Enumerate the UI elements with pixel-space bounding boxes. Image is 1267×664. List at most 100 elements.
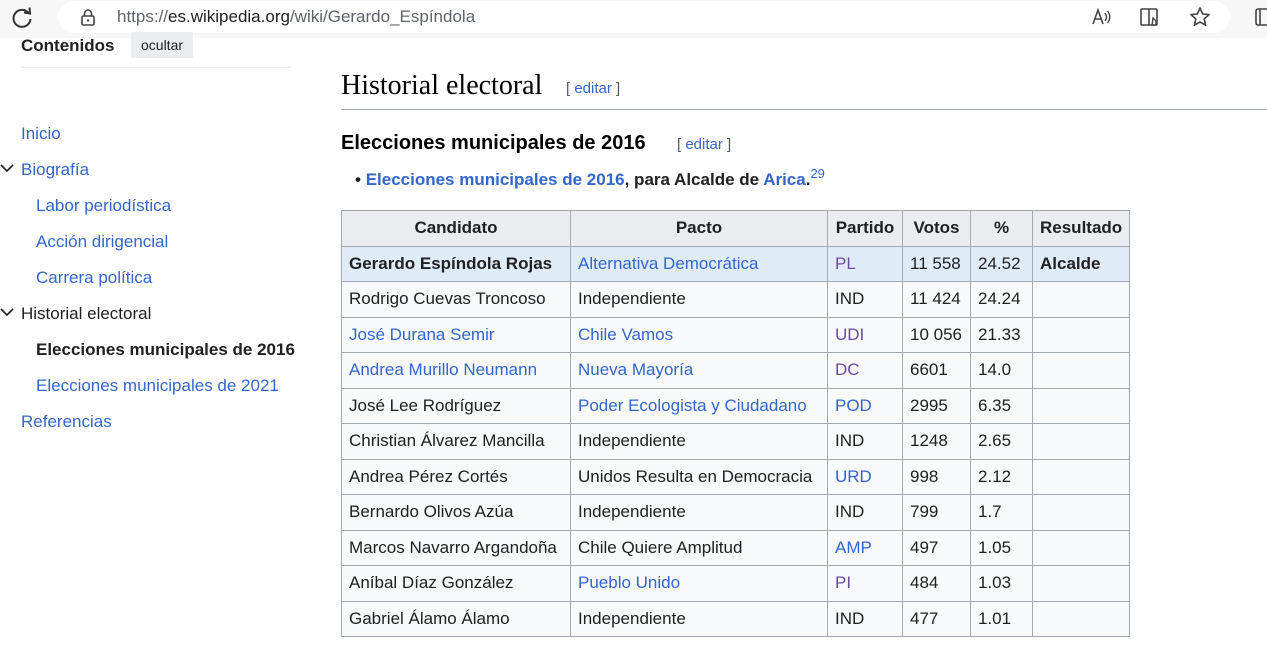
party-link[interactable]: AMP (827, 529, 903, 566)
url-text[interactable]: https://es.wikipedia.org/wiki/Gerardo_Es… (117, 7, 475, 27)
party-cell: IND (827, 423, 903, 460)
party-link[interactable]: UDI (827, 316, 903, 353)
toc-item-historial-electoral[interactable]: Historial electoral (21, 304, 151, 324)
section-title: Historial electoral (341, 70, 543, 101)
pct-cell: 6.35 (970, 387, 1033, 424)
election-bullet: • Elecciones municipales de 2016, para A… (355, 166, 825, 190)
pct-cell: 1.05 (970, 529, 1033, 566)
candidate-link[interactable]: José Durana Semir (341, 316, 571, 353)
pact-cell: Chile Quiere Amplitud (570, 529, 828, 566)
table-row: Andrea Pérez Cortés Unidos Resulta en De… (341, 458, 1131, 495)
table-row: Rodrigo Cuevas Troncoso Independiente IN… (341, 281, 1131, 318)
toc-item-elecciones-2021[interactable]: Elecciones municipales de 2021 (36, 376, 279, 396)
table-header-row: Candidato Pacto Partido Votos % Resultad… (341, 210, 1131, 247)
election-link[interactable]: Elecciones municipales de 2016 (366, 170, 625, 189)
candidate-cell: Bernardo Olivos Azúa (341, 494, 571, 531)
candidate-cell: Gabriel Álamo Álamo (341, 600, 571, 637)
toc-item-accion-dirigencial[interactable]: Acción dirigencial (36, 232, 168, 252)
pact-link[interactable]: Alternativa Democrática (570, 245, 828, 282)
lock-icon[interactable] (78, 7, 98, 27)
pct-cell: 24.24 (970, 281, 1033, 318)
result-cell (1031, 281, 1131, 318)
pact-link[interactable]: Poder Ecologista y Ciudadano (570, 387, 828, 424)
pct-cell: 1.03 (970, 565, 1033, 602)
favorite-star-icon[interactable] (1188, 5, 1212, 29)
chevron-down-icon[interactable] (0, 163, 14, 173)
toc-item-referencias[interactable]: Referencias (21, 412, 112, 432)
votes-cell: 799 (902, 494, 971, 531)
result-cell (1031, 387, 1131, 424)
party-link[interactable]: PL (827, 245, 903, 282)
result-cell (1031, 565, 1131, 602)
toc-title: Contenidos (21, 36, 115, 55)
pct-cell: 1.01 (970, 600, 1033, 637)
party-link[interactable]: PI (827, 565, 903, 602)
pct-cell: 21.33 (970, 316, 1033, 353)
candidate-cell: Rodrigo Cuevas Troncoso (341, 281, 571, 318)
toc-header: Contenidos ocultar (21, 32, 291, 68)
pact-cell: Independiente (570, 600, 828, 637)
votes-cell: 11 558 (902, 245, 971, 282)
subsection-edit-link[interactable]: editar (685, 136, 723, 153)
reload-icon[interactable] (8, 4, 36, 32)
result-cell (1031, 316, 1131, 353)
party-link[interactable]: URD (827, 458, 903, 495)
result-cell (1031, 458, 1131, 495)
table-row: Aníbal Díaz González Pueblo Unido PI 484… (341, 565, 1131, 602)
pact-link[interactable]: Chile Vamos (570, 316, 828, 353)
col-pacto: Pacto (570, 210, 828, 247)
toc-item-carrera-politica[interactable]: Carrera política (36, 268, 152, 288)
toc-item-labor-periodistica[interactable]: Labor periodística (36, 196, 171, 216)
immersive-reader-icon[interactable] (1138, 5, 1162, 29)
pact-cell: Unidos Resulta en Democracia (570, 458, 828, 495)
pact-link[interactable]: Pueblo Unido (570, 565, 828, 602)
pct-cell: 24.52 (970, 245, 1033, 282)
section-heading: Historial electoral [ editar ] (341, 70, 1267, 110)
votes-cell: 477 (902, 600, 971, 637)
toc-item-biografia[interactable]: Biografía (21, 160, 89, 180)
toc-hide-button[interactable]: ocultar (131, 32, 194, 58)
chevron-down-icon[interactable] (0, 307, 14, 317)
table-row: Andrea Murillo Neumann Nueva Mayoría DC … (341, 352, 1131, 389)
subsection-title: Elecciones municipales de 2016 (341, 132, 646, 154)
result-cell: Alcalde (1031, 245, 1131, 282)
candidate-link[interactable]: Andrea Murillo Neumann (341, 352, 571, 389)
votes-cell: 497 (902, 529, 971, 566)
url-host: es.wikipedia.org (168, 7, 290, 26)
arica-link[interactable]: Arica (763, 170, 806, 189)
table-row: José Lee Rodríguez Poder Ecologista y Ci… (341, 387, 1131, 424)
party-cell: IND (827, 281, 903, 318)
table-row: José Durana Semir Chile Vamos UDI 10 056… (341, 316, 1131, 353)
col-partido: Partido (827, 210, 903, 247)
votes-cell: 484 (902, 565, 971, 602)
party-cell: IND (827, 494, 903, 531)
pct-cell: 2.12 (970, 458, 1033, 495)
bullet-mid-text: , para Alcalde de (624, 170, 764, 189)
candidate-cell: Gerardo Espíndola Rojas (341, 245, 571, 282)
pact-cell: Independiente (570, 423, 828, 460)
read-aloud-icon[interactable] (1089, 5, 1113, 29)
url-prefix: https:// (117, 7, 169, 26)
reference-link[interactable]: 29 (810, 166, 824, 181)
address-bar[interactable]: https://es.wikipedia.org/wiki/Gerardo_Es… (58, 1, 1230, 33)
url-path: /wiki/Gerardo_Espíndola (289, 7, 476, 26)
pct-cell: 14.0 (970, 352, 1033, 389)
section-edit: [ editar ] (566, 80, 621, 97)
pct-cell: 2.65 (970, 423, 1033, 460)
candidate-cell: Andrea Pérez Cortés (341, 458, 571, 495)
votes-cell: 11 424 (902, 281, 971, 318)
votes-cell: 6601 (902, 352, 971, 389)
pact-link[interactable]: Nueva Mayoría (570, 352, 828, 389)
party-link[interactable]: POD (827, 387, 903, 424)
pct-cell: 1.7 (970, 494, 1033, 531)
table-row: Gerardo Espíndola Rojas Alternativa Demo… (341, 245, 1131, 282)
toc-item-inicio[interactable]: Inicio (21, 124, 61, 144)
section-edit-link[interactable]: editar (574, 80, 612, 97)
party-link[interactable]: DC (827, 352, 903, 389)
votes-cell: 2995 (902, 387, 971, 424)
result-cell (1031, 494, 1131, 531)
votes-cell: 1248 (902, 423, 971, 460)
toc-item-elecciones-2016[interactable]: Elecciones municipales de 2016 (36, 340, 295, 360)
col-votos: Votos (902, 210, 971, 247)
sidebar-toggle-icon[interactable] (1255, 8, 1267, 26)
